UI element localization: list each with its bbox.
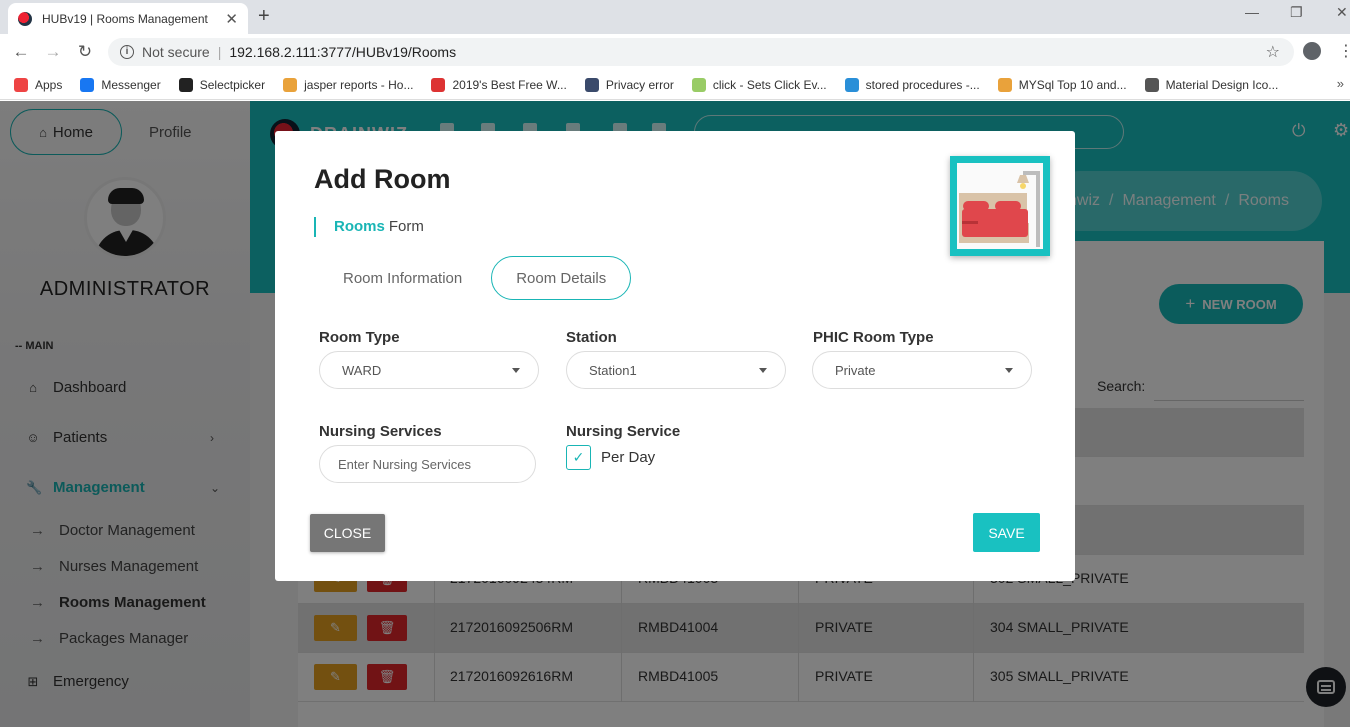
chevron-down-icon [1005,368,1013,373]
close-button[interactable]: CLOSE [310,514,385,552]
bookmark-item[interactable]: Apps [14,77,63,92]
bookmark-favicon-icon [283,77,298,92]
bookmark-label: Privacy error [605,77,674,92]
bookmark-favicon-icon [431,77,446,92]
browser-tab[interactable]: HUBv19 | Rooms Management ✕ [8,3,248,34]
modal-tabs: Room Information Room Details [318,256,632,300]
security-status: Not secure [142,44,210,60]
tab-room-information[interactable]: Room Information [318,256,487,300]
bookmark-star-icon[interactable]: ☆ [1266,42,1280,62]
bookmark-favicon-icon [997,77,1012,92]
new-tab-icon[interactable]: + [258,5,270,28]
forward-icon[interactable]: → [42,42,64,62]
bookmark-favicon-icon [14,77,28,92]
bookmark-item[interactable]: Messenger [80,77,161,92]
bookmark-item[interactable]: Material Design Ico... [1144,77,1279,92]
nursing-service-label: Nursing Service [566,423,681,440]
chevron-down-icon [759,368,767,373]
bookmark-label: MYSql Top 10 and... [1018,77,1127,92]
tab-room-details[interactable]: Room Details [491,256,632,300]
reload-icon[interactable]: ↻ [74,42,96,62]
station-value: Station1 [589,362,637,378]
bookmark-favicon-icon [1144,77,1159,92]
per-day-checkbox[interactable]: ✓ [566,445,591,470]
bookmark-item[interactable]: 2019's Best Free W... [431,77,567,92]
browser-tab-title: HUBv19 | Rooms Management [42,11,208,26]
room-type-select[interactable]: WARD [319,351,539,389]
bookmark-favicon-icon [584,77,599,92]
bookmark-item[interactable]: Selectpicker [178,77,266,92]
bookmark-label: Messenger [101,77,161,92]
close-tab-icon[interactable]: ✕ [225,10,238,28]
bookmarks-bar: Apps Messenger Selectpicker jasper reports … [0,70,1350,100]
station-label: Station [566,329,617,346]
minimize-icon[interactable]: — [1245,4,1259,20]
bookmark-label: Apps [35,77,63,92]
browser-tab-strip: HUBv19 | Rooms Management ✕ + — ❐ ✕ [0,0,1350,34]
bookmark-item[interactable]: jasper reports - Ho... [283,77,414,92]
save-button[interactable]: SAVE [973,513,1040,552]
more-bookmarks-icon[interactable]: » [1337,76,1344,91]
bookmark-label: click - Sets Click Ev... [712,77,827,92]
phic-room-type-value: Private [835,362,876,378]
url-field[interactable]: i Not secure | 192.168.2.111:3777/HUBv19… [108,38,1294,66]
address-bar: ← → ↻ i Not secure | 192.168.2.111:3777/… [0,34,1350,70]
account-icon[interactable] [1303,42,1321,60]
nursing-services-input[interactable] [319,445,536,483]
add-room-modal: Add Room Rooms Form Room Information Room… [275,131,1075,581]
back-icon[interactable]: ← [10,42,32,62]
site-favicon-icon [18,11,32,26]
nursing-services-label: Nursing Services [319,423,442,440]
chevron-down-icon [512,368,520,373]
station-select[interactable]: Station1 [566,351,786,389]
phic-room-type-select[interactable]: Private [812,351,1032,389]
bookmark-item[interactable]: click - Sets Click Ev... [691,77,827,92]
room-type-label: Room Type [319,329,400,346]
info-icon[interactable]: i [120,45,134,59]
restore-icon[interactable]: ❐ [1290,4,1303,21]
bed-icon [959,171,1040,247]
modal-subtitle-rest: Form [388,218,424,235]
bookmark-item[interactable]: MYSql Top 10 and... [997,77,1127,92]
bookmark-label: jasper reports - Ho... [304,77,414,92]
browser-menu-icon[interactable]: ⋮ [1338,41,1350,61]
window-close-icon[interactable]: ✕ [1336,4,1348,21]
bookmark-favicon-icon [844,77,859,92]
bookmark-label: Material Design Ico... [1165,77,1279,92]
bookmark-favicon-icon [691,77,706,92]
bookmark-item[interactable]: stored procedures -... [844,77,980,92]
room-illustration [950,156,1050,256]
bookmark-favicon-icon [80,77,95,92]
modal-subtitle: Rooms Form [314,217,424,237]
room-type-value: WARD [342,362,382,378]
phic-room-type-label: PHIC Room Type [813,329,934,346]
url-text: 192.168.2.111:3777/HUBv19/Rooms [229,44,457,60]
bookmark-label: 2019's Best Free W... [452,77,567,92]
url-separator: | [217,44,222,60]
modal-subtitle-accent: Rooms [334,218,385,235]
check-icon: ✓ [572,449,585,465]
bookmark-label: Selectpicker [199,77,266,92]
bookmark-favicon-icon [178,77,193,92]
bookmark-label: stored procedures -... [865,77,980,92]
modal-title: Add Room [314,164,451,194]
per-day-label[interactable]: Per Day [601,449,655,466]
bookmark-item[interactable]: Privacy error [584,77,674,92]
